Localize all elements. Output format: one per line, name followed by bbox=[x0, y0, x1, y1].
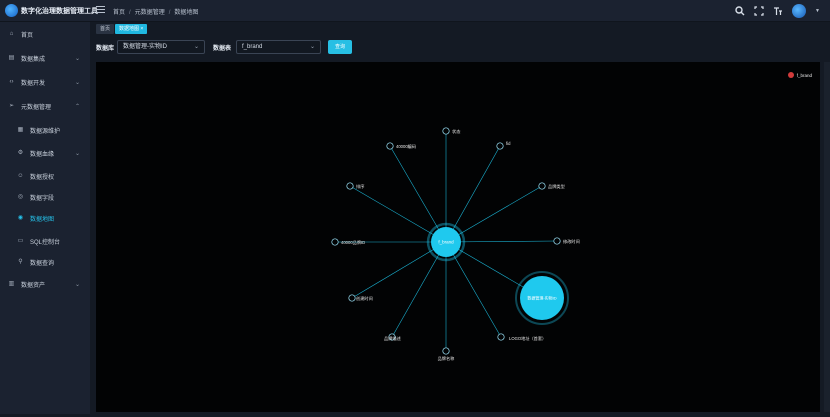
table-select[interactable]: f_brand ⌄ bbox=[236, 40, 321, 54]
graph-field-label: fid bbox=[506, 141, 511, 146]
data-map-canvas[interactable]: f_brand 状态 fid 品牌类型修改时间 LOGO地址（首套） 品牌名称 品牌描述 创… bbox=[96, 62, 820, 412]
graph-field-label: 排序 bbox=[356, 183, 364, 190]
tags-view: 首页 数据地图 × bbox=[94, 22, 830, 36]
query-button[interactable]: 查询 bbox=[328, 40, 352, 54]
sidebar-item-assets[interactable]: ▥ 数据资产 ⌄ bbox=[0, 273, 90, 295]
graph-field-node[interactable] bbox=[538, 182, 546, 190]
app-title: 数字化治理数据管理工具 bbox=[21, 8, 98, 15]
graph-field-label: 品牌名称 bbox=[438, 355, 455, 362]
graph-field-label: 创建时间 bbox=[356, 295, 373, 302]
graph-secondary-label: 数据管理-实物ID bbox=[527, 295, 556, 301]
legend-label: f_brand bbox=[796, 72, 812, 78]
user-avatar[interactable] bbox=[792, 4, 807, 18]
graph-field-label: 40000品牌ID bbox=[341, 239, 365, 246]
chevron-down-icon[interactable]: ▼ bbox=[815, 8, 820, 14]
graph-field-node[interactable] bbox=[331, 238, 339, 246]
breadcrumb-current: 数据地图 bbox=[174, 10, 199, 16]
search-icon[interactable] bbox=[735, 6, 745, 16]
graph-svg: 状态 fid 品牌类型修改时间 LOGO地址（首套） 品牌名称 品牌描述 创建时间 40000… bbox=[331, 127, 580, 362]
database-icon: ▤ bbox=[8, 54, 15, 61]
vertical-scrollbar[interactable] bbox=[824, 62, 830, 412]
graph-field-node[interactable] bbox=[442, 127, 450, 135]
table-select-value: f_brand bbox=[242, 44, 263, 50]
tag-current[interactable]: 数据地图 × bbox=[115, 24, 148, 34]
db-label: 数据库 bbox=[96, 46, 115, 52]
graph-edge bbox=[445, 145, 501, 243]
db-select[interactable]: 数据管理-实物ID ⌄ bbox=[117, 40, 205, 54]
sidebar-item-datasource[interactable]: ▦ 数据源维护 bbox=[0, 119, 90, 141]
breadcrumb-home[interactable]: 首页 bbox=[113, 10, 125, 16]
menu-fold-icon[interactable] bbox=[96, 6, 105, 15]
search-icon: ⚲ bbox=[18, 258, 23, 265]
send-icon: ➢ bbox=[8, 102, 15, 109]
graph-field-label: 品牌类型 bbox=[548, 183, 565, 190]
table-label: 数据表 bbox=[213, 46, 232, 52]
tag-current-label: 数据地图 bbox=[119, 26, 140, 32]
sidebar-item-datamap[interactable]: ◉ 数据地图 bbox=[0, 207, 90, 229]
sidebar: ⌂ 首页 ▤ 数据集成 ⌄ ‹› 数据开发 ⌄ ➢ 元数据管理 ⌃ ▦ 数据源维护 ⚙ 数据血缘 ⌄… bbox=[0, 22, 90, 414]
graph-center-label: f_brand bbox=[438, 240, 454, 245]
graph-field-label: 40000编码 bbox=[396, 143, 416, 150]
graph-field-node[interactable] bbox=[497, 333, 505, 341]
graph-field-node[interactable] bbox=[348, 294, 356, 302]
breadcrumb: 首页 / 元数据管理 / 数据地图 bbox=[113, 10, 199, 16]
sidebar-item-sql[interactable]: ▭ SQL控制台 bbox=[0, 230, 90, 252]
field-icon: ◎ bbox=[17, 193, 24, 200]
top-bar: 数字化治理数据管理工具 首页 / 元数据管理 / 数据地图 ▼ bbox=[0, 0, 830, 22]
chevron-down-icon: ⌄ bbox=[74, 281, 80, 288]
sidebar-item-lineage[interactable]: ⚙ 数据血缘 ⌄ bbox=[0, 142, 90, 164]
chevron-down-icon: ⌄ bbox=[74, 150, 80, 157]
graph-edge bbox=[349, 185, 447, 243]
graph-field-label: 修改时间 bbox=[563, 238, 580, 245]
font-size-icon[interactable] bbox=[773, 6, 783, 16]
sidebar-item-data-integration[interactable]: ▤ 数据集成 ⌄ bbox=[0, 47, 90, 69]
chevron-down-icon: ⌄ bbox=[74, 55, 80, 62]
filter-bar: 数据库 数据管理-实物ID ⌄ 数据表 f_brand ⌄ 查询 bbox=[94, 38, 830, 58]
code-icon: ‹› bbox=[9, 78, 14, 85]
graph-legend[interactable]: f_brand bbox=[787, 72, 812, 78]
gear-icon: ⚙ bbox=[17, 149, 24, 156]
sidebar-item-metadata[interactable]: ➢ 元数据管理 ⌃ bbox=[0, 95, 90, 117]
monitor-icon: ▭ bbox=[17, 237, 24, 244]
breadcrumb-metadata[interactable]: 元数据管理 bbox=[135, 10, 165, 16]
db-select-value: 数据管理-实物ID bbox=[123, 44, 167, 50]
graph-field-label: 品牌描述 bbox=[384, 335, 402, 342]
sidebar-item-auth[interactable]: ☺ 数据授权 bbox=[0, 165, 90, 187]
graph-field-node[interactable] bbox=[496, 142, 504, 150]
graph-field-label: LOGO地址（首套） bbox=[509, 335, 546, 342]
chevron-up-icon: ⌃ bbox=[74, 103, 80, 110]
fullscreen-icon[interactable] bbox=[754, 6, 764, 16]
legend-dot bbox=[787, 72, 794, 78]
graph-edge bbox=[389, 145, 447, 243]
app-logo bbox=[5, 4, 18, 17]
sidebar-item-query[interactable]: ⚲ 数据查询 bbox=[0, 251, 90, 273]
graph-field-node[interactable] bbox=[553, 237, 561, 245]
chevron-down-icon: ⌄ bbox=[193, 44, 199, 50]
user-icon: ☺ bbox=[17, 172, 24, 179]
graph-edge bbox=[445, 185, 543, 243]
sidebar-item-home[interactable]: ⌂ 首页 bbox=[0, 23, 90, 45]
asset-icon: ▥ bbox=[8, 280, 15, 287]
graph-field-node[interactable] bbox=[386, 142, 394, 150]
close-icon[interactable]: × bbox=[140, 26, 143, 32]
graph-field-label: 状态 bbox=[452, 128, 460, 135]
graph-field-node[interactable] bbox=[346, 182, 354, 190]
server-icon: ▦ bbox=[17, 126, 24, 133]
graph-edge bbox=[445, 240, 558, 243]
graph-edge bbox=[351, 241, 447, 299]
graph-field-node[interactable] bbox=[442, 347, 450, 355]
tag-home[interactable]: 首页 bbox=[96, 24, 115, 34]
chevron-down-icon: ⌄ bbox=[309, 44, 315, 50]
home-icon: ⌂ bbox=[9, 30, 14, 37]
chevron-down-icon: ⌄ bbox=[74, 79, 80, 86]
sidebar-item-fields[interactable]: ◎ 数据字段 bbox=[0, 186, 90, 208]
sidebar-item-data-dev[interactable]: ‹› 数据开发 ⌄ bbox=[0, 71, 90, 93]
map-icon: ◉ bbox=[17, 214, 24, 221]
graph-edge bbox=[445, 241, 502, 338]
graph-edge bbox=[391, 241, 447, 338]
